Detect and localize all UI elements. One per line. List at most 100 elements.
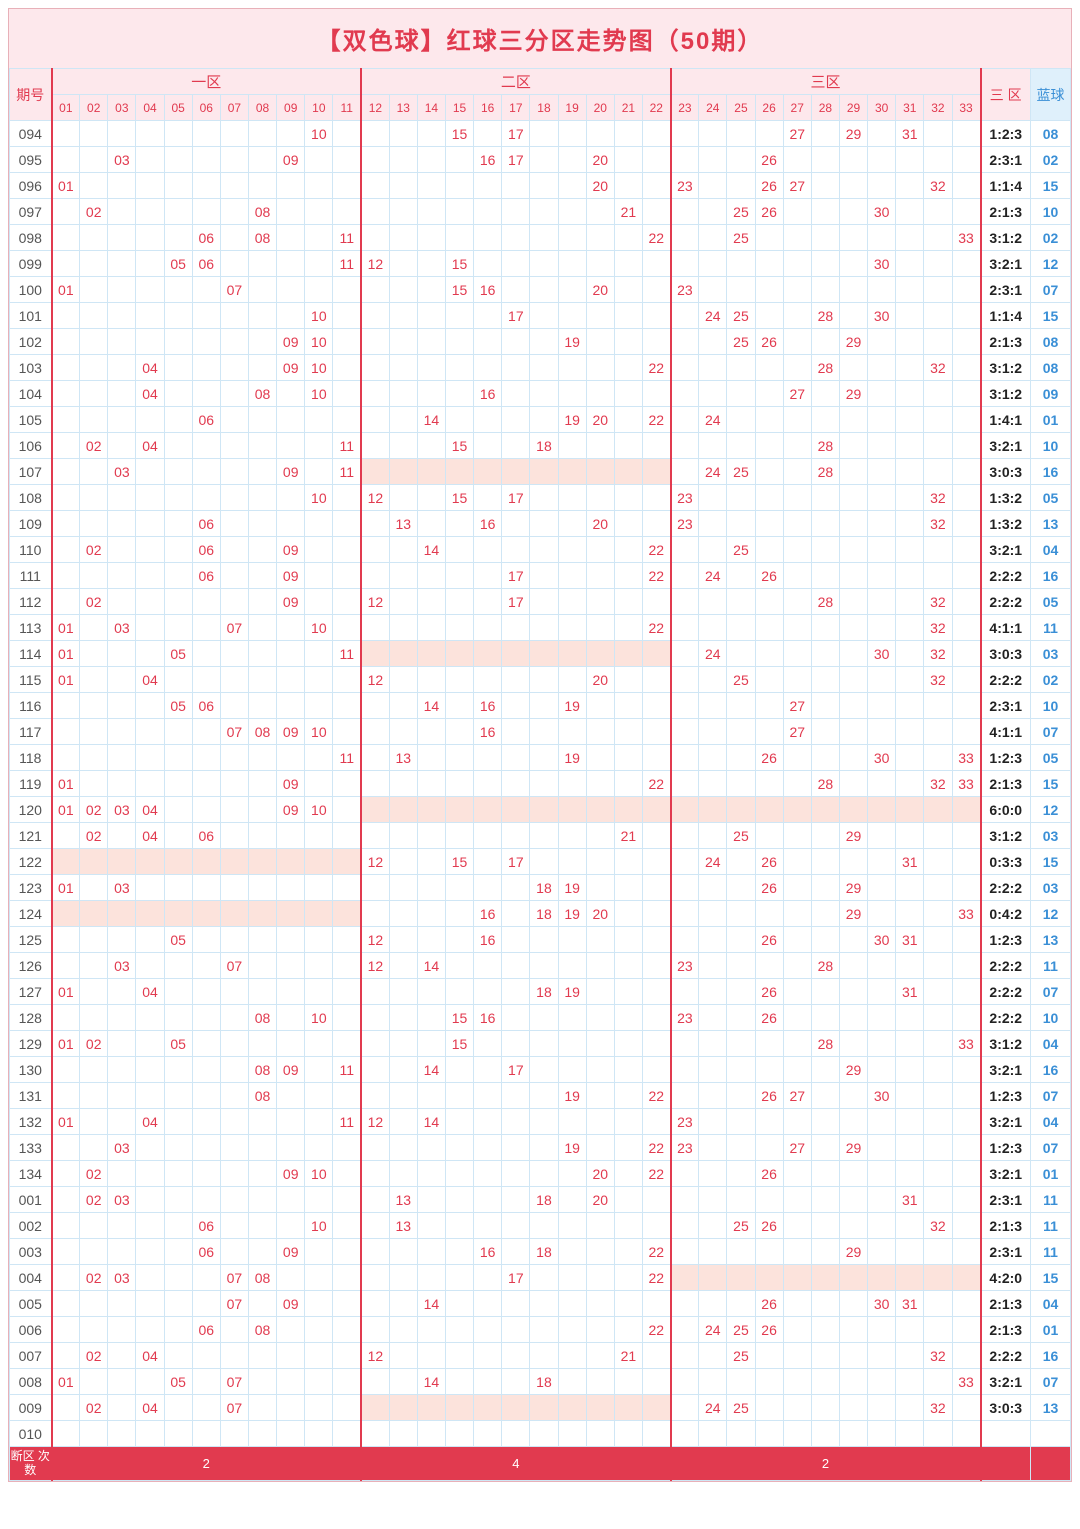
ball-cell [192,927,220,953]
ball-cell [586,797,614,823]
ball-cell [389,407,417,433]
num-header-21: 21 [614,95,642,121]
ball-cell [614,1005,642,1031]
ball-cell: 26 [755,1083,783,1109]
ball-cell [305,433,333,459]
ball-cell [305,1369,333,1395]
ball-cell [417,979,445,1005]
ball-cell [839,485,867,511]
ball-cell [389,1135,417,1161]
ball-cell [924,927,952,953]
period-cell: 005 [10,1291,52,1317]
ball-cell [530,277,558,303]
ball-cell [811,1395,839,1421]
ball-cell: 06 [192,823,220,849]
ball-cell [80,719,108,745]
ball-cell [361,1135,389,1161]
ball-cell [783,641,811,667]
blue-cell: 08 [1031,329,1071,355]
blue-cell: 10 [1031,433,1071,459]
ball-cell [839,1291,867,1317]
ball-cell [924,251,952,277]
ball-cell: 15 [445,849,473,875]
num-header-13: 13 [389,95,417,121]
ball-cell [502,1239,530,1265]
ball-cell [361,719,389,745]
num-header-12: 12 [361,95,389,121]
ball-cell [924,303,952,329]
ratio-cell: 3:0:3 [981,459,1031,485]
ball-cell [389,667,417,693]
ball-cell: 17 [502,849,530,875]
ball-cell [52,719,80,745]
period-cell: 110 [10,537,52,563]
ball-cell [136,407,164,433]
ball-cell [474,1317,502,1343]
ball-cell [502,771,530,797]
ball-cell [839,693,867,719]
ball-cell: 22 [642,615,670,641]
ball-cell [811,1005,839,1031]
ball-cell [52,537,80,563]
ball-cell [896,953,924,979]
ratio-cell: 1:3:2 [981,485,1031,511]
ball-cell [868,433,896,459]
ball-cell: 26 [755,849,783,875]
ball-cell [502,407,530,433]
ball-cell [248,537,276,563]
ball-cell [530,1135,558,1161]
ball-cell [530,329,558,355]
ball-cell [699,1265,727,1291]
ball-cell: 05 [164,641,192,667]
ball-cell [474,589,502,615]
ball-cell [502,1083,530,1109]
ball-cell [445,303,473,329]
ball-cell [868,1265,896,1291]
ball-cell [192,147,220,173]
ball-cell [445,953,473,979]
ball-cell [192,719,220,745]
ball-cell [868,979,896,1005]
ball-cell [642,1343,670,1369]
ball-cell [52,1395,80,1421]
ball-cell [164,329,192,355]
ball-cell [108,1369,136,1395]
ratio-cell: 3:1:2 [981,355,1031,381]
ball-cell [811,147,839,173]
ball-cell [586,641,614,667]
ball-cell [220,1031,248,1057]
ball-cell [783,485,811,511]
ball-cell [558,251,586,277]
ball-cell [783,1291,811,1317]
ball-cell [671,199,699,225]
ball-cell [305,173,333,199]
ball-cell: 31 [896,979,924,1005]
ball-cell [642,875,670,901]
ball-cell [220,745,248,771]
ball-cell [924,563,952,589]
ball-cell [248,745,276,771]
ball-cell [924,875,952,901]
ball-cell: 11 [333,251,361,277]
ball-cell [220,329,248,355]
blue-cell: 02 [1031,667,1071,693]
ball-cell [839,1005,867,1031]
ball-cell [108,1161,136,1187]
ball-cell [727,485,755,511]
ball-cell [783,1369,811,1395]
ball-cell [333,329,361,355]
ball-cell [361,823,389,849]
ball-cell [248,329,276,355]
ball-cell: 15 [445,1031,473,1057]
period-cell: 010 [10,1421,52,1447]
ball-cell [248,407,276,433]
ball-cell: 04 [136,381,164,407]
ball-cell [558,355,586,381]
ball-cell: 10 [305,1005,333,1031]
ball-cell [192,173,220,199]
ball-cell [502,1213,530,1239]
ball-cell [445,1369,473,1395]
ball-cell [248,1421,276,1447]
ball-cell [305,589,333,615]
ball-cell [699,797,727,823]
